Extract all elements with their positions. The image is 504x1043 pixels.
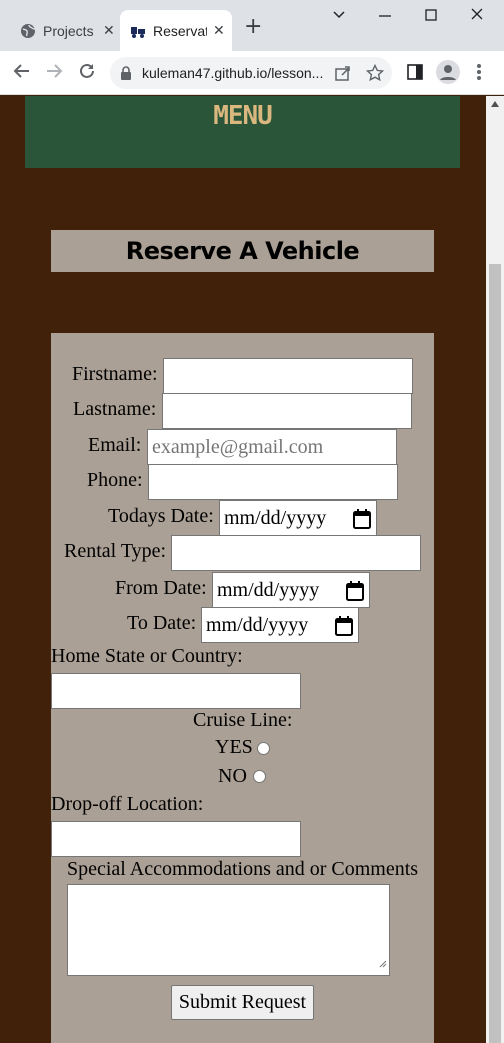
share-icon[interactable]	[334, 64, 352, 87]
phone-input[interactable]	[148, 464, 398, 500]
rental-type-label: Rental Type:	[64, 540, 167, 562]
firstname-label: Firstname:	[72, 363, 158, 385]
reservation-form: Firstname: Lastname: Email: Phone: Today…	[51, 333, 434, 1043]
tab-title: Projects	[43, 22, 94, 39]
cruise-no-radio[interactable]	[253, 770, 266, 783]
email-input[interactable]	[147, 429, 397, 465]
menu-label[interactable]: MENU	[25, 101, 460, 131]
date-placeholder: mm/dd/yyyy	[217, 578, 320, 601]
from-date-input[interactable]: mm/dd/yyyy	[212, 572, 370, 608]
calendar-icon[interactable]	[353, 509, 371, 535]
reload-icon[interactable]	[77, 61, 97, 86]
rental-type-input[interactable]	[171, 535, 421, 571]
no-label: NO	[218, 765, 247, 787]
dropoff-label: Drop-off Location:	[51, 793, 204, 815]
date-placeholder: mm/dd/yyyy	[206, 613, 309, 636]
scroll-thumb[interactable]	[489, 264, 501, 1043]
todays-date-label: Todays Date:	[108, 505, 214, 527]
tab-reservation[interactable]: Reservat ✕	[120, 10, 232, 51]
home-state-label: Home State or Country:	[51, 645, 243, 667]
to-date-label: To Date:	[127, 612, 197, 634]
bookmark-star-icon[interactable]	[365, 63, 385, 87]
page-title: Reserve A Vehicle	[125, 237, 360, 265]
scroll-up-arrow-icon[interactable]	[491, 101, 499, 107]
profile-avatar-icon[interactable]	[436, 60, 460, 89]
tab-search-chevron-icon[interactable]	[332, 6, 346, 28]
browser-toolbar: kuleman47.github.io/lesson...	[0, 51, 504, 95]
tab-projects[interactable]: Projects ✕	[10, 10, 120, 51]
globe-icon	[20, 23, 36, 39]
calendar-icon[interactable]	[335, 616, 353, 642]
home-state-input[interactable]	[51, 673, 301, 709]
cruise-line-label: Cruise Line:	[193, 709, 293, 731]
to-date-input[interactable]: mm/dd/yyyy	[201, 607, 359, 643]
menu-bar[interactable]: MENU	[25, 96, 460, 168]
comments-label: Special Accommodations and or Comments	[67, 858, 419, 880]
back-arrow-icon[interactable]	[12, 61, 32, 86]
lastname-label: Lastname:	[73, 398, 157, 420]
tab-close-icon[interactable]: ✕	[213, 22, 225, 39]
lastname-input[interactable]	[162, 393, 412, 429]
page-scrollbar[interactable]	[486, 96, 504, 1043]
comments-textarea[interactable]	[67, 884, 390, 976]
submit-request-button[interactable]: Submit Request	[171, 985, 314, 1020]
dropoff-input[interactable]	[51, 821, 301, 857]
tab-title: Reservat	[153, 22, 207, 39]
todays-date-input[interactable]: mm/dd/yyyy	[219, 500, 377, 536]
lock-icon[interactable]	[120, 65, 132, 86]
maximize-icon[interactable]	[424, 6, 438, 28]
browser-tab-bar: Projects ✕ Reservat ✕ +	[0, 0, 504, 51]
close-window-icon[interactable]	[470, 6, 484, 28]
page-content: MENU Reserve A Vehicle Firstname: Lastna…	[0, 96, 486, 1043]
phone-label: Phone:	[87, 469, 143, 491]
email-label: Email:	[88, 434, 142, 456]
from-date-label: From Date:	[115, 577, 207, 599]
minimize-icon[interactable]	[378, 6, 392, 28]
yes-label: YES	[215, 736, 253, 758]
forward-arrow-icon[interactable]	[44, 61, 64, 86]
date-placeholder: mm/dd/yyyy	[224, 506, 327, 529]
side-panel-icon[interactable]	[406, 63, 424, 86]
tab-close-icon[interactable]: ✕	[103, 22, 115, 39]
calendar-icon[interactable]	[346, 581, 364, 607]
resize-handle-icon[interactable]	[379, 955, 387, 973]
new-tab-button[interactable]: +	[244, 16, 262, 38]
more-menu-icon[interactable]	[476, 63, 482, 86]
url-text: kuleman47.github.io/lesson...	[142, 65, 324, 81]
address-bar[interactable]: kuleman47.github.io/lesson...	[110, 57, 392, 89]
vehicle-favicon-icon	[130, 23, 146, 39]
heading-box: Reserve A Vehicle	[51, 230, 434, 272]
firstname-input[interactable]	[163, 358, 413, 394]
cruise-yes-radio[interactable]	[257, 742, 270, 755]
